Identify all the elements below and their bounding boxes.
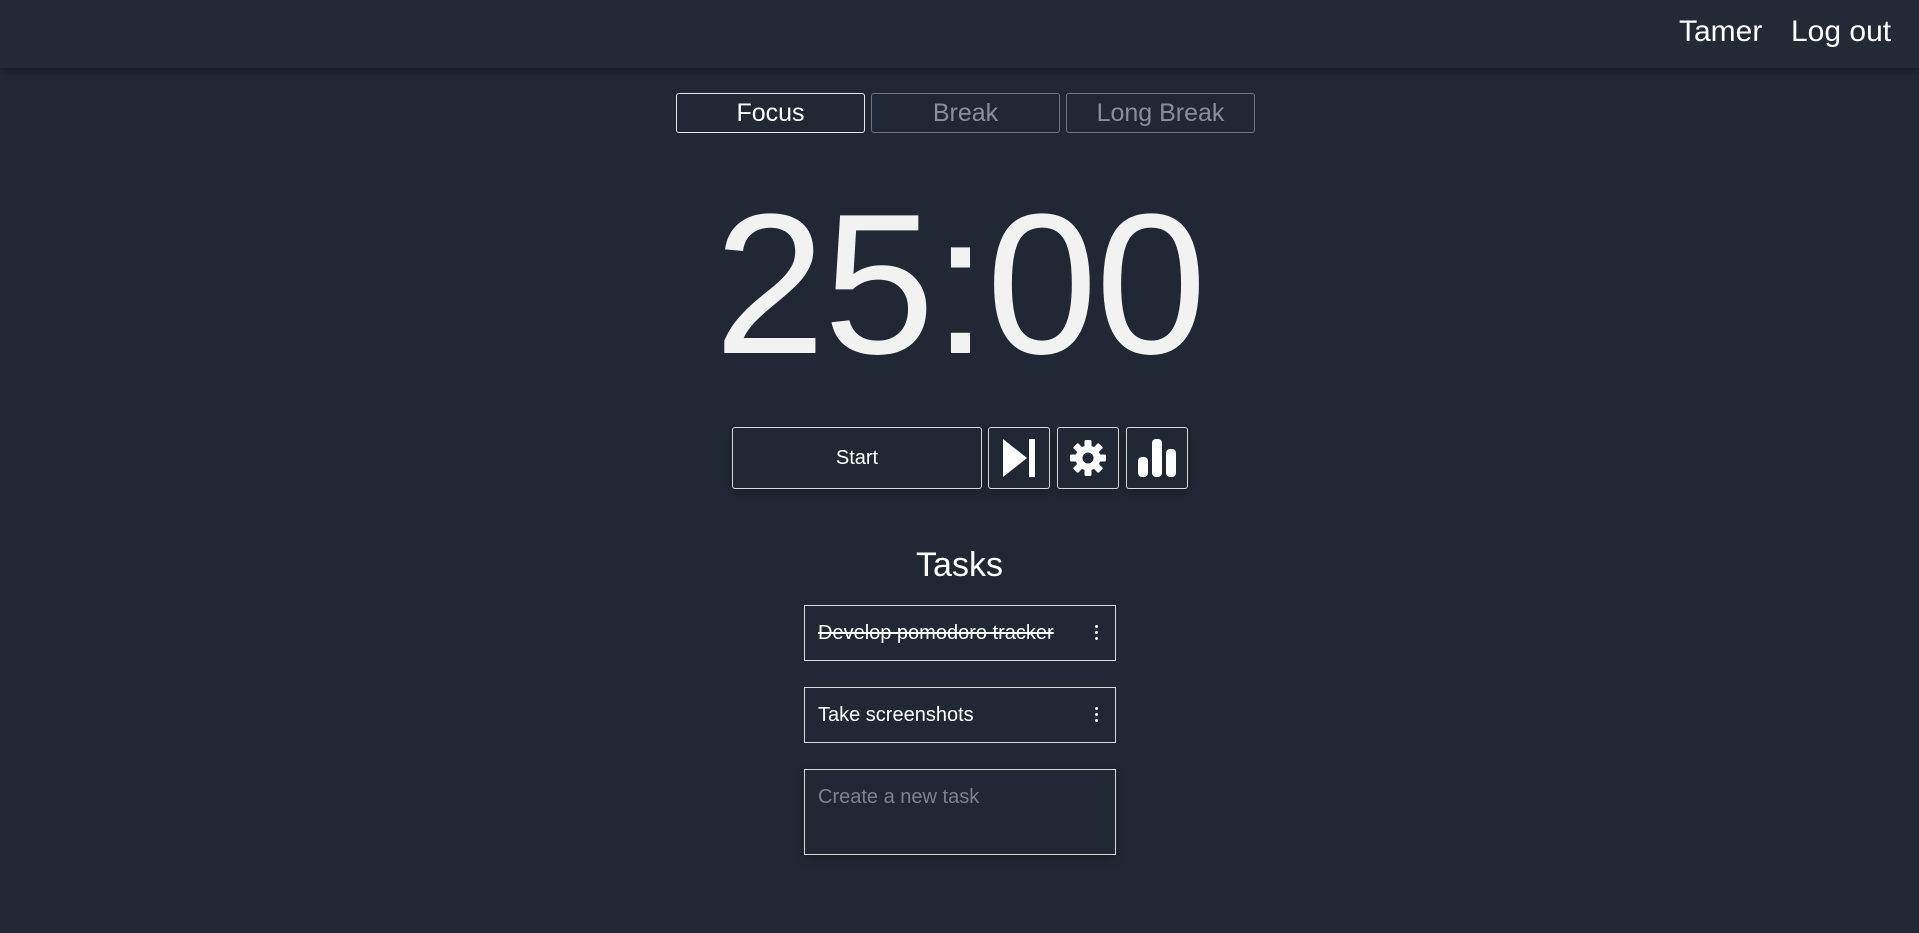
start-button[interactable]: Start — [732, 427, 982, 489]
tab-break[interactable]: Break — [871, 93, 1060, 133]
task-text: Take screenshots — [818, 704, 974, 726]
kebab-menu-icon[interactable] — [1095, 707, 1099, 725]
skip-forward-icon — [1003, 439, 1035, 477]
tab-focus[interactable]: Focus — [676, 93, 865, 133]
timer-display: 25:00 — [714, 173, 1207, 396]
settings-button[interactable] — [1057, 427, 1119, 489]
new-task-input[interactable] — [805, 770, 1116, 854]
skip-button[interactable] — [988, 427, 1050, 489]
new-task-box — [804, 769, 1116, 855]
user-name-link[interactable]: Tamer — [1679, 14, 1762, 50]
mode-tabs: Focus Break Long Break — [676, 93, 1255, 133]
task-item[interactable]: Take screenshots — [804, 687, 1116, 743]
tab-long-break[interactable]: Long Break — [1066, 93, 1255, 133]
logout-link[interactable]: Log out — [1791, 14, 1891, 50]
stats-button[interactable] — [1126, 427, 1188, 489]
task-item[interactable]: Develop pomodoro tracker — [804, 605, 1116, 661]
top-bar: Tamer Log out — [0, 0, 1919, 68]
gear-icon — [1070, 440, 1106, 476]
bar-chart-icon — [1138, 439, 1176, 477]
task-text: Develop pomodoro tracker — [818, 622, 1054, 644]
tasks-heading: Tasks — [916, 546, 1003, 584]
kebab-menu-icon[interactable] — [1095, 625, 1099, 643]
